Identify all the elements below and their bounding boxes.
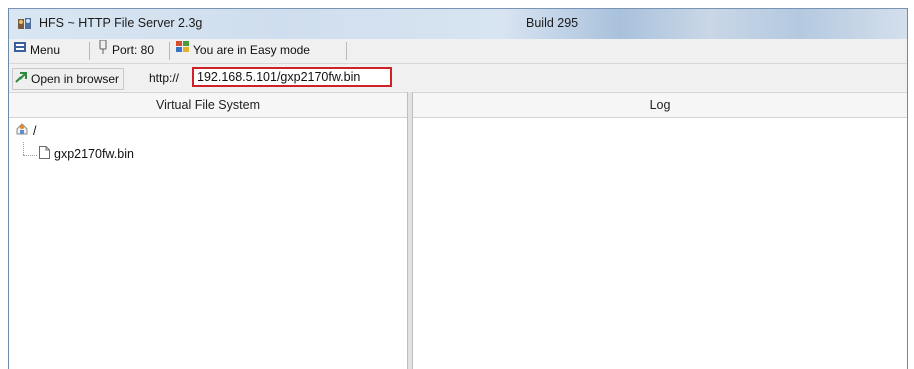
virtual-file-system-header: Virtual File System [9,92,407,118]
open-in-browser-button[interactable]: Open in browser [12,68,125,90]
mode-label: You are in Easy mode [193,43,310,57]
file-icon [39,145,50,162]
toolbar-divider [346,42,347,60]
tree-connector [23,142,24,155]
url-field[interactable]: 192.168.5.101/gxp2170fw.bin [192,67,392,87]
log-panel[interactable] [413,118,907,369]
tree-root-label: / [33,124,37,138]
log-header: Log [413,92,907,118]
menu-button[interactable]: Menu [14,41,60,60]
easy-mode-icon [176,40,189,59]
tree-connector [23,155,37,156]
port-icon [98,39,108,60]
url-prefix: http:// [149,71,180,85]
port-label: Port: 80 [112,43,155,57]
url-value: 192.168.5.101/gxp2170fw.bin [197,70,361,84]
address-bar: Open in browser http:// 192.168.5.101/gx… [9,64,907,91]
hfs-window: HFS ~ HTTP File Server 2.3g Build 295 Me… [8,8,908,369]
virtual-file-system-panel[interactable]: / gxp2170fw.bin [9,118,407,369]
window-title: HFS ~ HTTP File Server 2.3g [39,16,203,30]
menu-label: Menu [30,43,61,57]
port-button[interactable]: Port: 80 [98,39,155,60]
tree-file-label: gxp2170fw.bin [54,147,134,161]
main-toolbar: Menu Port: 80 You are in Easy mode [9,39,907,64]
hfs-app-icon [17,16,33,32]
toolbar-divider [89,42,90,60]
tree-file-node[interactable]: gxp2170fw.bin [39,145,134,163]
build-label: Build 295 [526,16,579,30]
open-browser-icon [15,69,27,89]
easy-mode-button[interactable]: You are in Easy mode [176,41,310,60]
root-folder-icon [15,122,29,139]
screenshot-canvas: HFS ~ HTTP File Server 2.3g Build 295 Me… [0,0,914,369]
open-in-browser-label: Open in browser [31,72,120,86]
toolbar-divider [169,42,170,60]
title-bar[interactable]: HFS ~ HTTP File Server 2.3g Build 295 [9,9,907,39]
menu-icon [14,40,26,59]
tree-root-node[interactable]: / [15,122,37,140]
